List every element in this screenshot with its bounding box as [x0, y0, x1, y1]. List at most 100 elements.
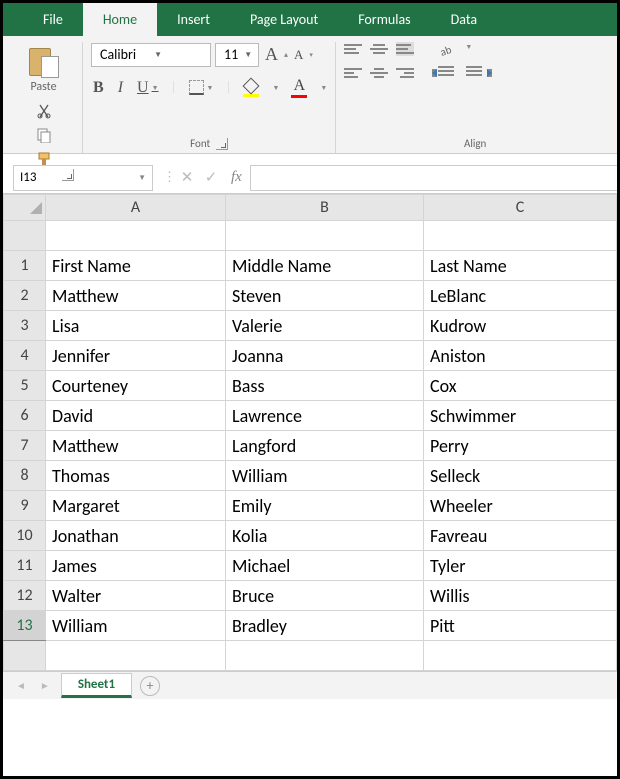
name-box[interactable]: I13 ▼ [13, 165, 153, 191]
row-header-partial[interactable] [4, 641, 46, 671]
sheet-nav-prev[interactable]: ◄ [13, 679, 29, 692]
tab-formulas[interactable]: Formulas [338, 3, 430, 36]
cell[interactable] [424, 641, 617, 671]
cell[interactable]: Thomas [46, 461, 226, 491]
select-all-corner[interactable] [4, 195, 46, 221]
font-dialog-launcher[interactable] [216, 138, 228, 150]
increase-font-button[interactable]: A [263, 42, 280, 67]
col-header-B[interactable]: B [226, 195, 424, 221]
row-header-partial[interactable] [4, 221, 46, 251]
cell[interactable]: William [46, 611, 226, 641]
cell[interactable]: LeBlanc [424, 281, 617, 311]
cell[interactable]: William [226, 461, 424, 491]
font-name-select[interactable]: Calibri▼ [91, 43, 211, 67]
cell[interactable]: Schwimmer [424, 401, 617, 431]
row-header[interactable]: 2 [4, 281, 46, 311]
tab-file[interactable]: File [23, 3, 83, 36]
sheet-nav-next[interactable]: ► [37, 679, 53, 692]
cell[interactable]: Willis [424, 581, 617, 611]
row-header[interactable]: 6 [4, 401, 46, 431]
tab-data[interactable]: Data [431, 3, 497, 36]
cell[interactable]: Last Name [424, 251, 617, 281]
formula-input[interactable] [250, 165, 617, 191]
cell[interactable]: Matthew [46, 431, 226, 461]
sheet-tab-active[interactable]: Sheet1 [61, 673, 132, 698]
row-header[interactable]: 12 [4, 581, 46, 611]
cell[interactable]: Margaret [46, 491, 226, 521]
orientation-button[interactable]: ab [438, 42, 456, 56]
cell[interactable]: Wheeler [424, 491, 617, 521]
cell[interactable]: Lisa [46, 311, 226, 341]
cell[interactable]: Walter [46, 581, 226, 611]
cell[interactable]: Jennifer [46, 341, 226, 371]
decrease-indent-button[interactable] [438, 66, 458, 80]
cell[interactable]: Pitt [424, 611, 617, 641]
cell[interactable]: David [46, 401, 226, 431]
cell[interactable] [226, 641, 424, 671]
row-header[interactable]: 11 [4, 551, 46, 581]
align-right-button[interactable] [396, 66, 414, 80]
cell[interactable] [46, 221, 226, 251]
cell[interactable]: Michael [226, 551, 424, 581]
cut-button[interactable] [34, 102, 54, 120]
cell[interactable] [226, 221, 424, 251]
cell[interactable]: Joanna [226, 341, 424, 371]
cell[interactable]: James [46, 551, 226, 581]
fill-color-button[interactable] [241, 77, 261, 99]
tab-home[interactable]: Home [83, 3, 157, 36]
row-header[interactable]: 10 [4, 521, 46, 551]
cell[interactable]: Aniston [424, 341, 617, 371]
cell[interactable]: Lawrence [226, 401, 424, 431]
paste-button[interactable]: Paste [25, 42, 63, 96]
cell[interactable] [46, 641, 226, 671]
fx-icon[interactable]: fx [231, 169, 242, 186]
cell[interactable]: Langford [226, 431, 424, 461]
row-header[interactable]: 1 [4, 251, 46, 281]
bold-button[interactable]: B [91, 77, 106, 99]
align-bottom-button[interactable] [396, 42, 414, 56]
align-top-button[interactable] [344, 42, 362, 56]
col-header-A[interactable]: A [46, 195, 226, 221]
enter-formula-button[interactable]: ✓ [199, 168, 223, 187]
italic-button[interactable]: I [116, 77, 125, 99]
cell[interactable]: Perry [424, 431, 617, 461]
cell[interactable]: Matthew [46, 281, 226, 311]
row-header[interactable]: 13 [4, 611, 46, 641]
row-header[interactable]: 4 [4, 341, 46, 371]
cell[interactable]: First Name [46, 251, 226, 281]
align-left-button[interactable] [344, 66, 362, 80]
cell[interactable]: Courteney [46, 371, 226, 401]
cell[interactable] [424, 221, 617, 251]
cell[interactable]: Bradley [226, 611, 424, 641]
font-size-select[interactable]: 11▼ [215, 43, 259, 67]
row-header[interactable]: 8 [4, 461, 46, 491]
cell[interactable]: Kudrow [424, 311, 617, 341]
col-header-C[interactable]: C [424, 195, 617, 221]
cell[interactable]: Bruce [226, 581, 424, 611]
row-header[interactable]: 9 [4, 491, 46, 521]
row-header[interactable]: 7 [4, 431, 46, 461]
tab-insert[interactable]: Insert [157, 3, 230, 36]
cell[interactable]: Tyler [424, 551, 617, 581]
cell[interactable]: Emily [226, 491, 424, 521]
cell[interactable]: Middle Name [226, 251, 424, 281]
decrease-font-button[interactable]: A [292, 45, 305, 65]
align-center-button[interactable] [370, 66, 388, 80]
cell[interactable]: Kolia [226, 521, 424, 551]
cell[interactable]: Selleck [424, 461, 617, 491]
new-sheet-button[interactable]: + [140, 676, 160, 696]
tab-page-layout[interactable]: Page Layout [230, 3, 338, 36]
align-middle-button[interactable] [370, 42, 388, 56]
row-header[interactable]: 5 [4, 371, 46, 401]
copy-button[interactable] [34, 126, 54, 144]
cell[interactable]: Bass [226, 371, 424, 401]
cancel-formula-button[interactable]: ✕ [175, 168, 199, 187]
underline-button[interactable]: U▼ [135, 77, 161, 99]
border-button[interactable]: ▼ [187, 78, 216, 97]
cell[interactable]: Cox [424, 371, 617, 401]
cell[interactable]: Favreau [424, 521, 617, 551]
increase-indent-button[interactable] [466, 66, 486, 80]
font-color-button[interactable]: A [289, 75, 309, 100]
cell[interactable]: Steven [226, 281, 424, 311]
cell[interactable]: Jonathan [46, 521, 226, 551]
